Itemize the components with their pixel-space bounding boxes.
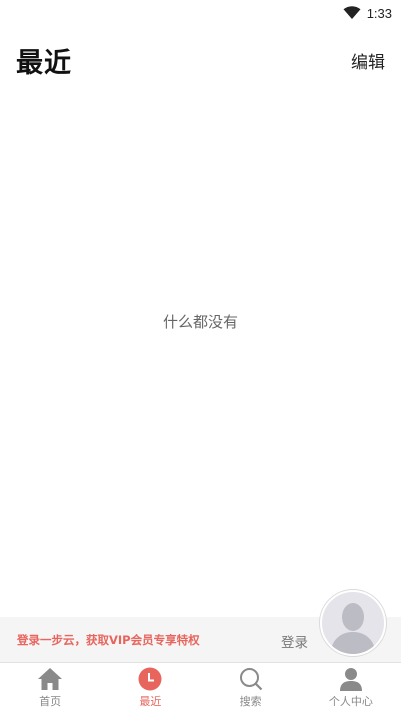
tab-recent-label: 最近 [139, 695, 162, 708]
vip-promo-text[interactable]: 登录一步云，获取VIP会员专享特权 [17, 632, 200, 648]
tab-profile-label: 个人中心 [328, 695, 373, 708]
login-button[interactable]: 登录 [281, 631, 308, 651]
avatar[interactable] [320, 590, 386, 656]
empty-state-message: 什么都没有 [162, 313, 238, 331]
tab-search-label: 搜索 [239, 695, 262, 708]
page-title: 最近 [16, 47, 72, 79]
bottom-tab-bar: 首页 最近 搜索 个人中心 [0, 662, 401, 711]
clock-icon [137, 666, 163, 692]
default-avatar-icon [322, 592, 384, 654]
wifi-icon [343, 6, 361, 20]
tab-search[interactable]: 搜索 [201, 663, 301, 711]
status-bar: 1:33 [0, 0, 401, 26]
edit-button[interactable]: 编辑 [351, 48, 385, 73]
tab-home[interactable]: 首页 [0, 663, 100, 711]
status-time: 1:33 [366, 5, 392, 21]
tab-profile[interactable]: 个人中心 [301, 663, 401, 711]
tab-recent[interactable]: 最近 [100, 663, 200, 711]
tab-home-label: 首页 [39, 695, 62, 708]
search-icon [238, 666, 264, 692]
home-icon [37, 666, 63, 692]
header: 最近 编辑 [16, 38, 385, 82]
user-icon [338, 666, 364, 692]
